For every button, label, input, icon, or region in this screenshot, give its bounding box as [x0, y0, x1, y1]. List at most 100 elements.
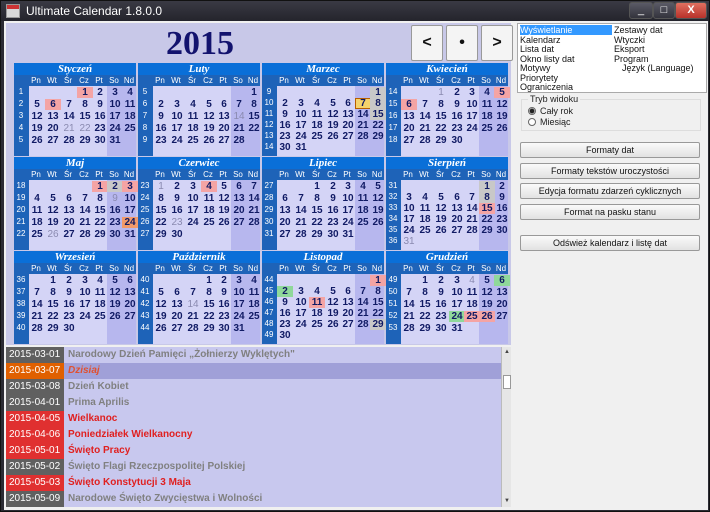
day-cell[interactable]: 17 [107, 111, 123, 122]
day-cell[interactable]: 8 [309, 193, 325, 204]
day-cell[interactable]: 5 [107, 275, 123, 286]
day-cell[interactable]: 6 [494, 275, 510, 286]
event-row[interactable]: 2015-05-09 Narodowe Święto Zwycięstwa i W… [6, 491, 501, 507]
day-cell[interactable]: 17 [401, 214, 417, 225]
day-cell[interactable]: 8 [417, 287, 433, 298]
day-cell[interactable]: 25 [29, 229, 45, 240]
day-cell[interactable]: 6 [340, 98, 356, 109]
day-cell[interactable]: 14 [355, 297, 371, 308]
day-cell[interactable]: 27 [216, 135, 232, 146]
day-cell[interactable]: 11 [309, 297, 325, 308]
day-cell[interactable]: 6 [449, 192, 465, 203]
day-cell[interactable]: 27 [340, 131, 356, 142]
day-cell[interactable]: 25 [122, 123, 138, 134]
day-cell[interactable]: 29 [417, 323, 433, 334]
day-cell[interactable]: 19 [325, 308, 341, 319]
day-cell[interactable]: 3 [293, 286, 309, 297]
day-cell[interactable]: 28 [355, 319, 371, 330]
day-cell[interactable]: 9 [61, 287, 77, 298]
day-cell[interactable]: 22 [153, 217, 169, 228]
day-cell[interactable]: 17 [293, 308, 309, 319]
day-cell[interactable]: 21 [77, 217, 93, 228]
day-cell[interactable]: 14 [464, 203, 480, 214]
day-cell[interactable]: 9 [216, 287, 232, 298]
day-cell[interactable]: 24 [77, 311, 93, 322]
day-cell[interactable]: 24 [293, 131, 309, 142]
day-cell[interactable]: 30 [61, 323, 77, 334]
day-cell[interactable]: 11 [417, 203, 433, 214]
day-cell[interactable]: 30 [433, 323, 449, 334]
day-cell[interactable]: 27 [45, 135, 61, 146]
day-cell[interactable]: 29 [370, 131, 386, 142]
day-cell[interactable]: 13 [277, 205, 293, 216]
day-cell[interactable]: 29 [309, 229, 325, 240]
day-cell[interactable]: 11 [246, 287, 262, 298]
day-cell[interactable]: 2 [433, 275, 449, 286]
day-cell[interactable]: 7 [401, 287, 417, 298]
day-cell[interactable]: 19 [201, 123, 217, 134]
day-cell[interactable]: 9 [92, 99, 108, 110]
day-cell[interactable]: 31 [401, 236, 417, 247]
day-cell[interactable]: 1 [77, 87, 93, 98]
day-cell[interactable]: 6 [277, 193, 293, 204]
day-cell[interactable]: 21 [231, 123, 247, 134]
day-cell[interactable]: 25 [309, 319, 325, 330]
day-cell[interactable]: 2 [277, 286, 293, 297]
day-cell[interactable]: 9 [277, 109, 293, 120]
day-cell[interactable]: 8 [370, 98, 386, 109]
day-cell[interactable]: 17 [464, 111, 480, 122]
day-cell[interactable]: 9 [449, 99, 465, 110]
day-cell[interactable]: 27 [494, 311, 510, 322]
day-cell[interactable]: 13 [45, 111, 61, 122]
day-cell[interactable]: 14 [355, 109, 371, 120]
day-cell[interactable]: 16 [449, 111, 465, 122]
day-cell[interactable]: 18 [417, 214, 433, 225]
day-cell[interactable]: 26 [479, 311, 495, 322]
day-cell[interactable]: 28 [231, 135, 247, 146]
day-cell[interactable]: 31 [231, 323, 247, 334]
day-cell[interactable]: 23 [494, 214, 510, 225]
day-cell[interactable]: 15 [77, 111, 93, 122]
day-cell[interactable]: 24 [185, 217, 201, 228]
day-cell[interactable]: 16 [92, 111, 108, 122]
day-cell[interactable]: 22 [309, 217, 325, 228]
menu-item-2[interactable]: Kalendarz [520, 35, 561, 45]
day-cell[interactable]: 27 [340, 319, 356, 330]
day-cell[interactable]: 3 [122, 181, 138, 192]
day-cell[interactable]: 30 [216, 323, 232, 334]
day-cell[interactable]: 3 [77, 275, 93, 286]
menu-item-4[interactable]: Okno listy dat [520, 54, 575, 64]
day-cell[interactable]: 13 [122, 287, 138, 298]
day-cell[interactable]: 11 [122, 99, 138, 110]
day-cell[interactable]: 5 [29, 99, 45, 110]
menu-item-10[interactable]: Eksport [614, 44, 645, 54]
day-cell[interactable]: 22 [77, 123, 93, 134]
day-cell[interactable]: 10 [340, 193, 356, 204]
day-cell[interactable]: 27 [449, 225, 465, 236]
day-cell[interactable]: 9 [494, 192, 510, 203]
day-cell[interactable]: 30 [325, 229, 341, 240]
day-cell[interactable]: 10 [122, 193, 138, 204]
day-cell[interactable]: 19 [107, 299, 123, 310]
day-cell[interactable]: 2 [92, 87, 108, 98]
day-cell[interactable]: 15 [153, 205, 169, 216]
day-cell[interactable]: 15 [45, 299, 61, 310]
day-cell[interactable]: 16 [277, 308, 293, 319]
day-cell[interactable]: 24 [169, 135, 185, 146]
day-cell[interactable]: 15 [309, 205, 325, 216]
day-cell[interactable]: 22 [370, 120, 386, 131]
day-cell[interactable]: 22 [246, 123, 262, 134]
day-cell[interactable]: 7 [355, 98, 371, 109]
day-cell[interactable]: 2 [494, 181, 510, 192]
day-cell[interactable]: 17 [169, 123, 185, 134]
event-row[interactable]: 2015-05-01 Święto Pracy [6, 443, 501, 459]
day-cell[interactable]: 31 [293, 142, 309, 153]
day-cell[interactable]: 2 [61, 275, 77, 286]
day-cell[interactable]: 23 [325, 217, 341, 228]
prev-year-button[interactable]: < [411, 25, 443, 61]
day-cell[interactable]: 25 [417, 225, 433, 236]
day-cell[interactable]: 5 [216, 181, 232, 192]
next-year-button[interactable]: > [481, 25, 513, 61]
day-cell[interactable]: 23 [169, 217, 185, 228]
day-cell[interactable]: 24 [340, 217, 356, 228]
